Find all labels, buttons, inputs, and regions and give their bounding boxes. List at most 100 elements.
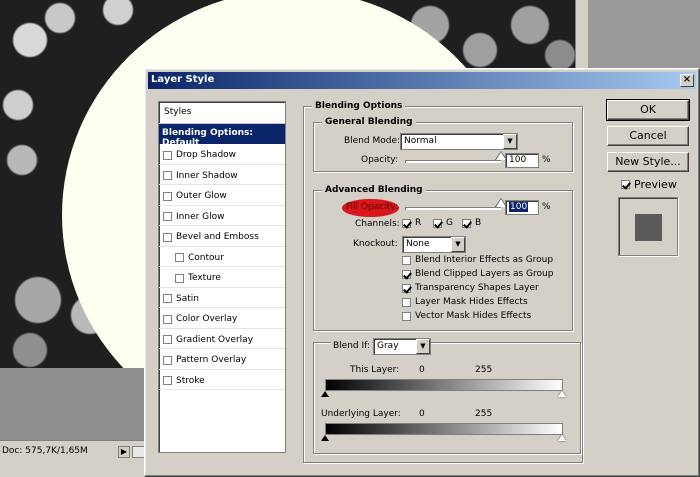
this-layer-label: This Layer:: [350, 365, 400, 375]
option-checkbox[interactable]: [402, 255, 411, 265]
channel-b-label: B: [475, 218, 482, 228]
option-transparency-shapes-layer[interactable]: Transparency Shapes Layer: [402, 283, 539, 293]
option-label: Blend Clipped Layers as Group: [415, 269, 554, 279]
fill-opacity-label: Fill Opacity:: [346, 202, 398, 212]
option-checkbox[interactable]: [402, 269, 411, 279]
blend-if-select[interactable]: Gray ▼: [373, 338, 431, 355]
channel-b[interactable]: B: [462, 218, 481, 228]
style-preview-swatch: [635, 214, 662, 241]
style-label: Gradient Overlay: [176, 334, 254, 345]
dialog-title: Layer Style: [151, 74, 215, 85]
style-label: Stroke: [176, 375, 205, 386]
channel-g-checkbox[interactable]: [433, 218, 442, 228]
styles-item-inner-shadow[interactable]: Inner Shadow: [159, 165, 285, 185]
underlying-layer-black-handle[interactable]: [321, 435, 329, 441]
styles-item-bevel-and-emboss[interactable]: Bevel and Emboss: [159, 226, 285, 247]
option-checkbox[interactable]: [402, 311, 411, 321]
styles-item-pattern-overlay[interactable]: Pattern Overlay: [159, 349, 285, 370]
styles-list-header[interactable]: Styles: [159, 102, 285, 124]
channel-r[interactable]: R: [402, 218, 421, 228]
fill-opacity-unit: %: [542, 202, 551, 212]
option-checkbox[interactable]: [402, 297, 411, 307]
chevron-down-icon: ▼: [451, 237, 465, 252]
opacity-label: Opacity:: [361, 155, 398, 165]
close-icon[interactable]: ×: [680, 74, 694, 87]
style-checkbox[interactable]: [163, 150, 172, 160]
style-checkbox[interactable]: [163, 191, 172, 201]
doc-size-readout: Doc: 575,7K/1,65M: [2, 446, 88, 456]
styles-item-satin[interactable]: Satin: [159, 288, 285, 308]
knockout-select[interactable]: None ▼: [402, 236, 466, 253]
opacity-input[interactable]: 100: [505, 153, 539, 168]
preview-toggle[interactable]: Preview: [621, 178, 677, 191]
option-layer-mask-hides-effects[interactable]: Layer Mask Hides Effects: [402, 297, 528, 307]
dialog-titlebar[interactable]: Layer Style ×: [148, 72, 696, 89]
style-checkbox[interactable]: [175, 273, 184, 283]
style-label: Pattern Overlay: [176, 355, 247, 366]
styles-item-blending-options[interactable]: Blending Options: Default: [159, 124, 285, 148]
fill-opacity-input[interactable]: 100: [505, 200, 539, 215]
styles-item-stroke[interactable]: Stroke: [159, 370, 285, 390]
styles-item-gradient-overlay[interactable]: Gradient Overlay: [159, 329, 285, 349]
style-checkbox[interactable]: [163, 355, 172, 365]
new-style-button[interactable]: New Style...: [607, 152, 689, 172]
this-layer-black-handle[interactable]: [321, 391, 329, 397]
channel-r-label: R: [415, 218, 422, 228]
style-checkbox[interactable]: [163, 294, 172, 304]
this-layer-gradient: [325, 379, 563, 391]
channel-g[interactable]: G: [433, 218, 453, 228]
style-checkbox[interactable]: [163, 171, 172, 181]
style-label: Contour: [188, 252, 224, 263]
styles-item-contour[interactable]: Contour: [159, 247, 285, 267]
fill-opacity-slider[interactable]: [405, 207, 501, 210]
style-checkbox[interactable]: [163, 212, 172, 222]
underlying-layer-gradient: [325, 423, 563, 435]
opacity-unit: %: [542, 155, 551, 165]
option-label: Vector Mask Hides Effects: [415, 311, 532, 321]
preview-label: Preview: [634, 178, 677, 191]
layer-style-dialog: Layer Style × Styles Blending Options: D…: [144, 68, 700, 477]
styles-item-texture[interactable]: Texture: [159, 267, 285, 288]
style-label: Texture: [188, 273, 221, 284]
option-blend-clipped-layers-as-group[interactable]: Blend Clipped Layers as Group: [402, 269, 553, 279]
underlying-layer-white-handle[interactable]: [558, 435, 566, 441]
styles-item-outer-glow[interactable]: Outer Glow: [159, 185, 285, 206]
opacity-value: 100: [509, 155, 527, 165]
style-label: Inner Glow: [176, 211, 225, 222]
style-checkbox[interactable]: [163, 376, 172, 386]
option-blend-interior-effects-as-group[interactable]: Blend Interior Effects as Group: [402, 255, 553, 265]
option-label: Layer Mask Hides Effects: [415, 297, 528, 307]
channel-r-checkbox[interactable]: [402, 218, 411, 228]
style-checkbox[interactable]: [163, 335, 172, 345]
style-label: Satin: [176, 293, 199, 304]
style-checkbox[interactable]: [163, 232, 172, 242]
style-checkbox[interactable]: [175, 253, 184, 263]
preview-checkbox[interactable]: [621, 180, 630, 189]
styles-item-inner-glow[interactable]: Inner Glow: [159, 206, 285, 226]
blend-mode-select[interactable]: Normal ▼: [400, 133, 518, 150]
channel-b-checkbox[interactable]: [462, 218, 471, 228]
status-menu-arrow-icon[interactable]: ▶: [118, 446, 130, 458]
option-label: Transparency Shapes Layer: [415, 283, 539, 293]
opacity-slider[interactable]: [405, 160, 501, 163]
styles-item-color-overlay[interactable]: Color Overlay: [159, 308, 285, 329]
blend-if-value: Gray: [377, 341, 399, 351]
blend-if-group: [313, 342, 581, 454]
style-checkbox[interactable]: [163, 314, 172, 324]
this-layer-max: 255: [475, 365, 493, 375]
knockout-value: None: [406, 239, 430, 249]
cancel-button[interactable]: Cancel: [607, 126, 689, 146]
general-blending-title: General Blending: [322, 117, 416, 127]
option-label: Blend Interior Effects as Group: [415, 255, 554, 265]
blend-mode-value: Normal: [404, 136, 437, 146]
styles-list: Styles Blending Options: Default Drop Sh…: [158, 101, 286, 453]
option-checkbox[interactable]: [402, 283, 411, 293]
underlying-layer-max: 255: [475, 409, 493, 419]
fill-opacity-value: 100: [509, 202, 529, 212]
style-label: Drop Shadow: [176, 150, 237, 161]
this-layer-white-handle[interactable]: [558, 391, 566, 397]
ok-button[interactable]: OK: [606, 99, 690, 121]
channels-label: Channels:: [355, 219, 400, 229]
blend-mode-label: Blend Mode:: [344, 136, 401, 146]
option-vector-mask-hides-effects[interactable]: Vector Mask Hides Effects: [402, 311, 531, 321]
